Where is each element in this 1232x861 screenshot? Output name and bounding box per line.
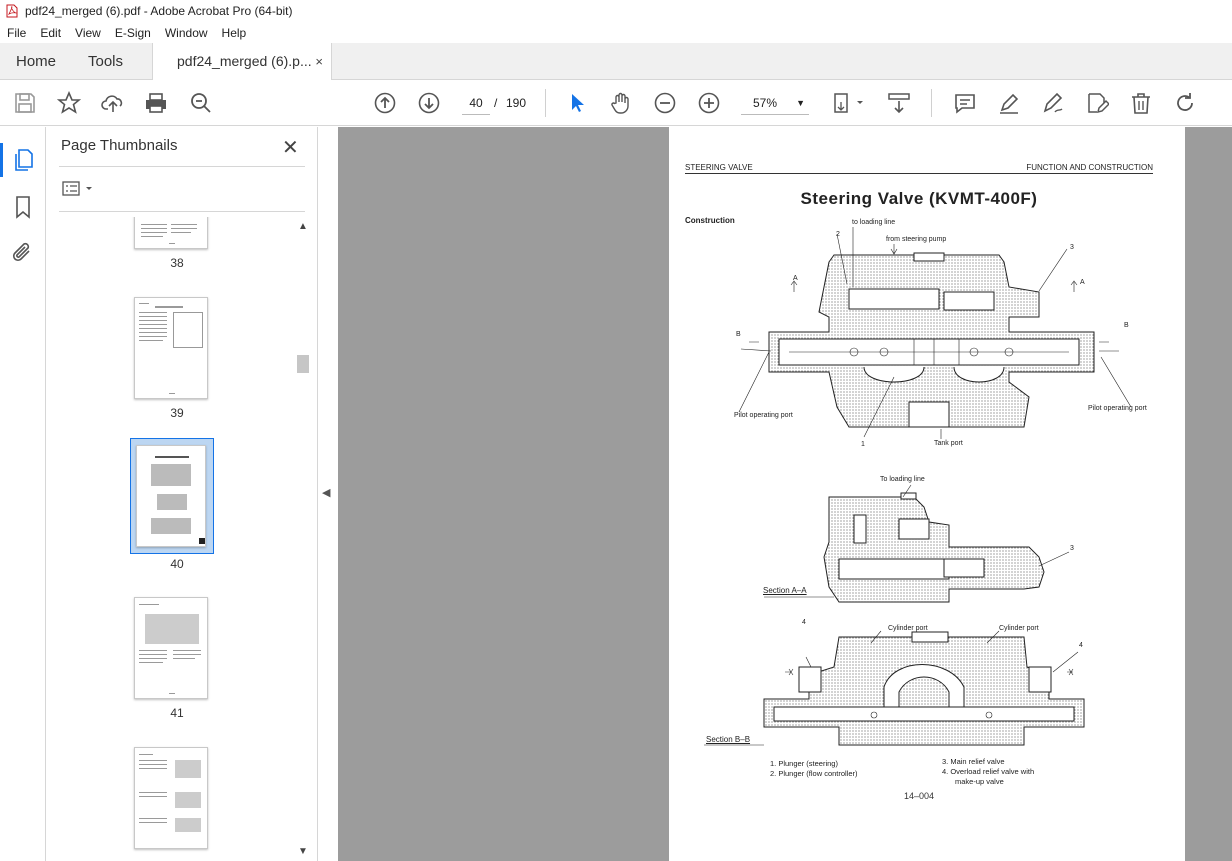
rotate-icon[interactable] [1173, 91, 1197, 115]
acrobat-icon [6, 4, 18, 18]
thumbnail-page[interactable] [134, 297, 208, 399]
scroll-up-icon[interactable]: ▲ [298, 221, 308, 232]
thumbnail-page[interactable] [134, 747, 208, 849]
label-to-loading-line: to loading line [852, 219, 896, 226]
toolbar: 40 / 190 57% ▼ [0, 80, 1232, 126]
pdf-page: STEERING VALVE FUNCTION AND CONSTRUCTION… [669, 127, 1185, 861]
zoom-value: 57% [753, 96, 778, 110]
section-a-a-label: Section A–A [763, 586, 807, 595]
legend-item-4-cont: make-up valve [955, 777, 1004, 786]
label-to-loading-line-mid: To loading line [880, 476, 925, 483]
label-item-4-left: 4 [802, 619, 806, 626]
legend-item-4: 4. Overload relief valve with [942, 767, 1035, 776]
print-icon[interactable] [144, 91, 168, 115]
next-page-icon[interactable] [417, 91, 441, 115]
menu-bar: File Edit View E-Sign Window Help [0, 22, 1232, 43]
thumbnail-page[interactable] [134, 597, 208, 699]
label-pilot-port-right: Pilot operating port [1088, 405, 1147, 412]
label-pilot-port-left: Pilot operating port [734, 412, 793, 419]
section-b-b-label: Section B–B [706, 735, 751, 744]
select-cursor-icon[interactable] [565, 91, 589, 115]
draw-icon[interactable] [1041, 91, 1065, 115]
label-b-right: B [1124, 322, 1129, 329]
label-from-steering-pump: from steering pump [886, 236, 947, 243]
delete-icon[interactable] [1129, 91, 1153, 115]
page-number-input[interactable]: 40 [462, 91, 490, 115]
star-icon[interactable] [56, 90, 82, 115]
thumbnail-label: 41 [170, 706, 184, 720]
left-rail [0, 127, 46, 861]
label-item-1: 1 [861, 441, 865, 448]
toolbar-divider [545, 89, 546, 117]
label-item-3-mid: 3 [1070, 545, 1074, 552]
tab-tools[interactable]: Tools [88, 43, 123, 80]
tab-home[interactable]: Home [16, 43, 56, 80]
divider [59, 166, 305, 167]
page-total: 190 [506, 96, 527, 110]
zoom-select[interactable]: 57% ▼ [741, 91, 809, 115]
page-fit-icon[interactable] [833, 91, 867, 115]
toolbar-divider [931, 89, 932, 117]
thumbnail-list: 38 39 40 41 [59, 217, 295, 857]
menu-help[interactable]: Help [215, 26, 254, 40]
zoom-in-icon[interactable] [697, 91, 721, 115]
menu-view[interactable]: View [68, 26, 108, 40]
scroll-down-icon[interactable]: ▼ [298, 846, 308, 857]
zoom-out-icon[interactable] [653, 91, 677, 115]
label-item-3-top: 3 [1070, 244, 1074, 251]
legend-item-2: 2. Plunger (flow controller) [770, 769, 858, 778]
divider [59, 211, 305, 212]
attachment-icon[interactable] [11, 241, 35, 265]
menu-edit[interactable]: Edit [33, 26, 68, 40]
label-b-left: B [736, 331, 741, 338]
label-cylinder-port-left: Cylinder port [888, 625, 928, 632]
label-cylinder-port-right: Cylinder port [999, 625, 1039, 632]
thumbnail-label: 40 [170, 557, 184, 571]
save-icon[interactable] [13, 91, 37, 115]
edit-pdf-icon[interactable] [1085, 91, 1111, 115]
chevron-down-icon: ▼ [796, 98, 805, 108]
upload-cloud-icon[interactable] [101, 91, 125, 115]
zoom-out-search-icon[interactable] [189, 91, 213, 115]
bookmark-icon[interactable] [11, 195, 35, 219]
legend-item-3: 3. Main relief valve [942, 757, 1005, 766]
thumbnail-options-icon[interactable] [62, 180, 98, 198]
page-separator: / [494, 96, 498, 110]
label-tank-port: Tank port [934, 440, 963, 447]
thumbnail-label: 39 [170, 406, 184, 420]
scroll-mode-icon[interactable] [887, 91, 911, 115]
menu-window[interactable]: Window [158, 26, 215, 40]
window-title: pdf24_merged (6).pdf - Adobe Acrobat Pro… [25, 4, 293, 18]
label-a-left: A [793, 275, 798, 282]
previous-page-icon[interactable] [373, 91, 397, 115]
scrollbar-thumb[interactable] [297, 355, 309, 373]
comment-icon[interactable] [953, 91, 977, 115]
close-panel-icon[interactable]: ✕ [282, 135, 299, 160]
legend-item-1: 1. Plunger (steering) [770, 759, 838, 768]
collapse-panel-icon[interactable]: ◀ [322, 486, 330, 499]
label-item-4-right: 4 [1079, 642, 1083, 649]
label-item-2: 2 [836, 231, 840, 238]
tab-close-button[interactable]: × [315, 43, 323, 80]
legend-right: 3. Main relief valve 4. Overload relief … [942, 757, 1034, 787]
legend-left: 1. Plunger (steering) 2. Plunger (flow c… [770, 759, 858, 779]
menu-esign[interactable]: E-Sign [108, 26, 158, 40]
tab-document[interactable]: pdf24_merged (6).p... × [152, 43, 332, 81]
tab-bar: Home Tools pdf24_merged (6).p... × [0, 43, 1232, 81]
highlight-pen-icon[interactable] [997, 91, 1021, 115]
thumbnail-page[interactable] [134, 217, 208, 249]
thumbnail-page-selected[interactable] [136, 445, 206, 547]
thumbnails-panel: Page Thumbnails ✕ 38 39 40 41 ▲ ▼ [46, 127, 318, 861]
page-number-footer: 14–004 [904, 791, 935, 801]
thumbnail-scrollbar[interactable]: ▲ ▼ [296, 221, 310, 857]
title-bar: pdf24_merged (6).pdf - Adobe Acrobat Pro… [0, 0, 1232, 22]
label-a-right: A [1080, 279, 1085, 286]
document-viewport[interactable]: STEERING VALVE FUNCTION AND CONSTRUCTION… [338, 127, 1232, 861]
panel-title: Page Thumbnails [61, 137, 178, 154]
menu-file[interactable]: File [0, 26, 33, 40]
hand-tool-icon[interactable] [609, 91, 633, 115]
tab-document-label: pdf24_merged (6).p... [177, 53, 312, 69]
thumbnail-label: 38 [170, 256, 184, 270]
page-thumbnails-icon[interactable] [0, 143, 35, 177]
